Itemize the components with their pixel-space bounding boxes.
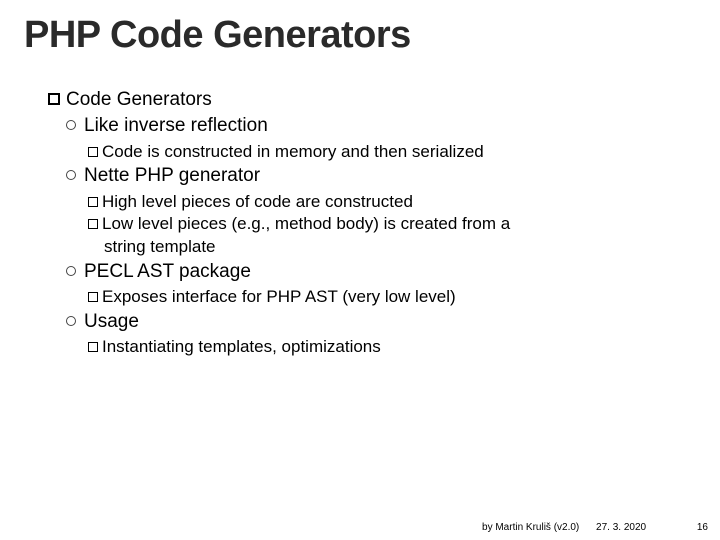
bullet-l1-code-generators: Code Generators bbox=[48, 88, 688, 112]
square-bullet-icon bbox=[48, 93, 60, 105]
l3-text: Low level pieces (e.g., method body) is … bbox=[102, 214, 510, 233]
square-bullet-icon bbox=[88, 342, 98, 352]
ring-bullet-icon bbox=[66, 170, 76, 180]
bullet-l3-high-level: High level pieces of code are constructe… bbox=[88, 191, 688, 213]
l3-text: Exposes interface for PHP AST (very low … bbox=[102, 287, 456, 306]
square-bullet-icon bbox=[88, 197, 98, 207]
l2-label: Usage bbox=[84, 311, 139, 332]
l1-text: Code Generators bbox=[66, 89, 212, 110]
bullet-l2-pecl-ast: PECL AST package bbox=[66, 260, 688, 284]
l3-text: Code is constructed in memory and then s… bbox=[102, 142, 484, 161]
l2-label: PECL AST package bbox=[84, 261, 251, 282]
slide-content: Code Generators Like inverse reflection … bbox=[48, 86, 688, 359]
ring-bullet-icon bbox=[66, 120, 76, 130]
footer-author: by Martin Kruliš (v2.0) bbox=[482, 522, 579, 533]
square-bullet-icon bbox=[88, 147, 98, 157]
bullet-l3-code-constructed: Code is constructed in memory and then s… bbox=[88, 141, 688, 163]
bullet-l3-exposes-ast: Exposes interface for PHP AST (very low … bbox=[88, 286, 688, 308]
square-bullet-icon bbox=[88, 219, 98, 229]
slide-footer: by Martin Kruliš (v2.0) 27. 3. 2020 16 bbox=[482, 522, 708, 533]
l3-text-cont: string template bbox=[104, 237, 216, 256]
ring-bullet-icon bbox=[66, 316, 76, 326]
l3-text: High level pieces of code are constructe… bbox=[102, 192, 413, 211]
bullet-l3-low-level-cont: string template bbox=[104, 236, 688, 258]
square-bullet-icon bbox=[88, 292, 98, 302]
bullet-l2-usage: Usage bbox=[66, 310, 688, 334]
bullet-l2-nette: Nette PHP generator bbox=[66, 164, 688, 188]
bullet-l3-instantiating: Instantiating templates, optimizations bbox=[88, 336, 688, 358]
l3-text: Instantiating templates, optimizations bbox=[102, 337, 381, 356]
bullet-l2-inverse-reflection: Like inverse reflection bbox=[66, 114, 688, 138]
l2-label: Nette PHP generator bbox=[84, 165, 260, 186]
bullet-l3-low-level: Low level pieces (e.g., method body) is … bbox=[88, 213, 688, 235]
ring-bullet-icon bbox=[66, 266, 76, 276]
l2-label: Like inverse reflection bbox=[84, 115, 268, 136]
footer-date: 27. 3. 2020 bbox=[596, 522, 646, 533]
footer-page-number: 16 bbox=[697, 522, 708, 533]
slide-title: PHP Code Generators bbox=[24, 14, 411, 57]
